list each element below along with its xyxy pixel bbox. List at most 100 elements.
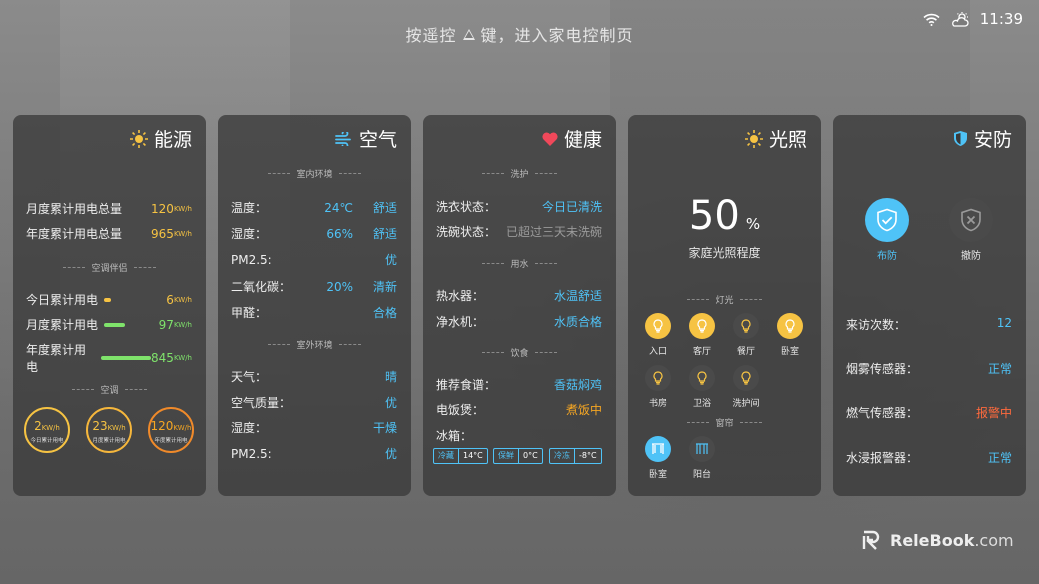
energy-year-row: 年度累计用电总量 965 KW/h <box>26 225 192 242</box>
food-label: 电饭煲： <box>436 403 485 417</box>
fridge-zone-name: 保鲜 <box>494 449 519 463</box>
year-usage-row: 年度累计用电 845 KW/h <box>26 341 192 375</box>
water-row: 热水器： 水温舒适 <box>436 287 602 304</box>
wash-value: 已超过三天未洗碗 <box>505 225 602 239</box>
fridge-zone[interactable]: 保鲜 0°C <box>493 448 543 464</box>
gas-sensor-label: 燃气传感器： <box>846 406 919 420</box>
indoor-value: 66% <box>326 226 353 241</box>
water-leak-label: 水浸报警器： <box>846 451 919 465</box>
outdoor-row: 空气质量： 优 <box>231 394 397 411</box>
water-leak-row: 水浸报警器： 正常 <box>846 449 1012 466</box>
wash-value: 今日已清洗 <box>541 200 602 214</box>
remote-hint: 按遥控 键，进入家电控制页 <box>0 22 1039 46</box>
today-usage-bar <box>104 297 112 302</box>
outdoor-label: 天气： <box>231 370 268 384</box>
health-card[interactable]: 健康 洗护 洗衣状态： 今日已清洗 洗碗状态： 已超过三天未洗碗 用水 热水器： 水温… <box>423 115 616 496</box>
outdoor-value: 晴 <box>384 370 397 384</box>
indoor-row: PM2.5: 优 <box>231 251 397 268</box>
fridge-label: 冰箱： <box>436 429 473 443</box>
weather-icon <box>951 11 969 27</box>
curtain-label: 阳台 <box>692 470 711 480</box>
smoke-sensor-value: 正常 <box>987 362 1012 376</box>
light-card[interactable]: 光照 50% 家庭光照程度 灯光 入口 客厅 餐厅 卧室 书房 卫浴 洗护间 窗… <box>628 115 821 496</box>
wash-label: 洗碗状态： <box>436 225 497 239</box>
lamp-entrance-button[interactable] <box>645 313 671 339</box>
outdoor-row: PM2.5: 优 <box>231 445 397 462</box>
light-caption: 家庭光照程度 <box>688 246 761 260</box>
sun-icon <box>129 129 148 148</box>
water-value: 水质合格 <box>553 315 602 329</box>
lamp-label: 洗护间 <box>732 399 760 409</box>
shield-x-icon <box>961 208 981 232</box>
food-label: 推荐食谱： <box>436 378 497 392</box>
ac-companion-section: 空调伴侣 <box>13 261 206 274</box>
outdoor-value: 优 <box>384 447 397 461</box>
lamp-dining-button[interactable] <box>733 313 759 339</box>
year-usage-value: 845 <box>151 351 174 365</box>
ring-year-number: 120KW/h <box>150 420 192 434</box>
curtain-balcony-button[interactable] <box>689 436 715 462</box>
light-percent-value: 50 <box>688 193 740 239</box>
visit-count-value: 12 <box>996 316 1012 330</box>
outdoor-row: 湿度： 干燥 <box>231 419 397 436</box>
energy-month-label: 月度累计用电总量 <box>26 202 123 216</box>
bulb-sun-icon <box>744 129 763 148</box>
indoor-status: 清新 <box>372 280 397 294</box>
energy-year-unit: KW/h <box>173 229 192 238</box>
ring-today-unit: KW/h <box>41 424 60 432</box>
arm-button[interactable] <box>865 198 909 242</box>
ring-month-number: 23KW/h <box>88 420 130 434</box>
lamp-laundry-button[interactable] <box>733 365 759 391</box>
watermark-brand: ReleBook <box>890 530 975 550</box>
fridge-zone-temp: 0°C <box>523 451 538 460</box>
water-label: 净水机： <box>436 315 485 329</box>
lamp-label: 客厅 <box>692 347 711 357</box>
triangle-icon <box>462 29 475 40</box>
hint-prefix: 按遥控 <box>405 26 457 45</box>
energy-title: 能源 <box>153 129 192 151</box>
energy-header: 能源 <box>129 125 192 152</box>
air-card[interactable]: 空气 室内环境 温度： 24℃ 舒适 湿度： 66% 舒适 PM2.5: 优 二氧化碳： 2… <box>218 115 411 496</box>
indoor-section: 室内环境 <box>218 167 411 180</box>
energy-year-value: 965 <box>151 226 174 241</box>
today-usage-row: 今日累计用电 6 KW/h <box>26 291 192 308</box>
energy-month-unit: KW/h <box>173 204 192 213</box>
curtain-icon <box>696 443 708 454</box>
disarm-button[interactable] <box>949 198 993 242</box>
lamp-living-button[interactable] <box>689 313 715 339</box>
year-usage-label: 年度累计用电 <box>26 343 87 374</box>
arm-label: 布防 <box>877 251 897 262</box>
ring-today-value: 2 <box>34 419 42 433</box>
energy-card[interactable]: 能源 月度累计用电总量 120 KW/h 年度累计用电总量 965 KW/h 空调伴… <box>13 115 206 496</box>
light-title: 光照 <box>768 129 807 151</box>
wash-section: 洗护 <box>423 167 616 180</box>
bulb-icon <box>653 371 663 385</box>
lamp-label: 卫浴 <box>692 399 711 409</box>
security-card[interactable]: 安防 布防 撤防 来访次数： 12 烟雾传感器： 正常 燃气传感器： 报警中 水浸报警… <box>833 115 1026 496</box>
lamp-label: 入口 <box>648 347 667 357</box>
month-usage-value: 97 <box>158 317 174 332</box>
ring-month: 23KW/h 月度累计用电 <box>86 407 132 453</box>
ac-section: 空调 <box>13 383 206 396</box>
lamp-bath-button[interactable] <box>689 365 715 391</box>
disarm-label: 撤防 <box>961 251 981 262</box>
lamps-section: 灯光 <box>628 293 821 306</box>
today-usage-label: 今日累计用电 <box>26 293 99 307</box>
smoke-sensor-label: 烟雾传感器： <box>846 362 919 376</box>
food-row: 电饭煲： 煮饭中 <box>436 401 602 418</box>
lamp-bedroom-button[interactable] <box>777 313 803 339</box>
indoor-row: 二氧化碳： 20% 清新 <box>231 278 397 295</box>
fridge-zone[interactable]: 冷冻 -8°C <box>549 448 602 464</box>
outdoor-label: 空气质量： <box>231 396 292 410</box>
curtain-bedroom-button[interactable] <box>645 436 671 462</box>
wifi-icon <box>923 13 940 26</box>
watermark-tld: .com <box>974 530 1014 550</box>
food-value: 香菇焖鸡 <box>553 378 602 392</box>
ring-year-label: 年度累计用电 <box>154 438 188 444</box>
gas-sensor-row: 燃气传感器： 报警中 <box>846 404 1012 421</box>
fridge-zone[interactable]: 冷藏 14°C <box>433 448 488 464</box>
indoor-label: 温度： <box>231 201 268 215</box>
lamp-study-button[interactable] <box>645 365 671 391</box>
month-usage-bar <box>104 322 126 327</box>
outdoor-value: 干燥 <box>372 421 397 435</box>
